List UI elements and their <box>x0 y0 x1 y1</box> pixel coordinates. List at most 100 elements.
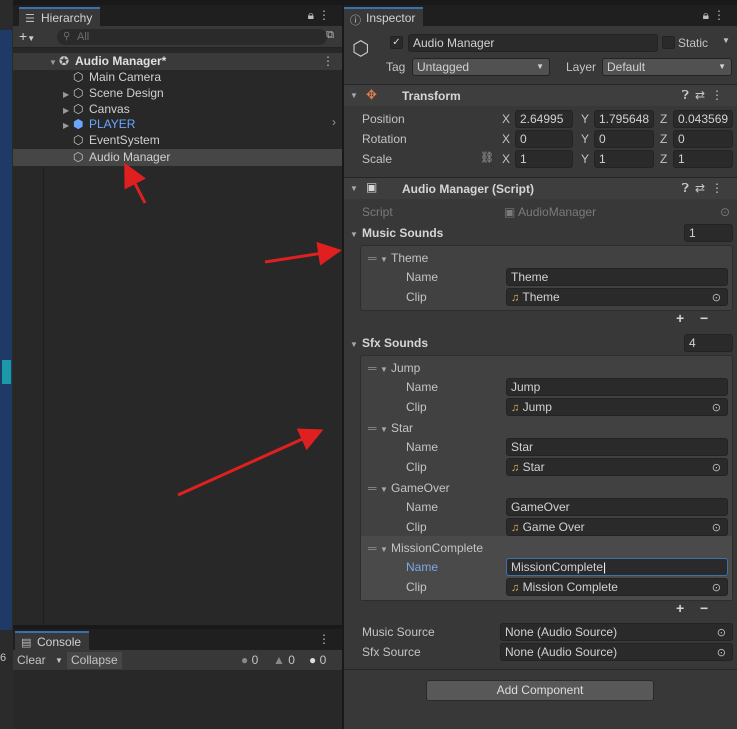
object-picker-icon: ⊙ <box>711 462 721 474</box>
chevron-right-icon[interactable]: › <box>332 115 336 129</box>
sfx-element-star[interactable]: Star <box>391 421 413 435</box>
music-sounds-size[interactable]: 1 <box>684 224 733 242</box>
inspector-tab-bar: ⓘ Inspector 🔒︎⋮ <box>344 5 737 27</box>
scene-visibility-icon[interactable]: ⧉ <box>326 29 334 42</box>
drag-handle-icon[interactable]: ═ <box>368 541 377 555</box>
fold-arrow-icon[interactable]: ▼ <box>380 485 388 494</box>
kebab-menu-icon[interactable]: ⋮ <box>318 8 334 22</box>
fold-arrow-icon[interactable]: ▼ <box>350 230 358 239</box>
gameobject-icon[interactable]: ⬡ <box>352 36 369 61</box>
scale-x-field[interactable]: 1 <box>515 150 573 168</box>
hierarchy-root[interactable]: ▼ ✪ Audio Manager* <box>49 53 166 69</box>
root-kebab-icon[interactable]: ⋮ <box>322 54 334 68</box>
constrain-link-icon[interactable]: ⛓ <box>480 151 494 164</box>
sfx-star-name-field[interactable]: Star <box>506 438 728 456</box>
panel-menu[interactable]: 🔒︎⋮ <box>308 8 334 23</box>
add-component-button[interactable]: Add Component <box>426 680 654 701</box>
sfx-element-gameover[interactable]: GameOver <box>391 481 450 495</box>
hierarchy-item-audio-manager[interactable]: ⬡ Audio Manager <box>63 149 170 165</box>
collapse-button[interactable]: Collapse <box>67 652 122 669</box>
tab-console[interactable]: ▤ Console <box>15 631 90 650</box>
static-checkbox[interactable] <box>662 36 675 49</box>
sfx-gameover-name-field[interactable]: GameOver <box>506 498 728 516</box>
music-source-field[interactable]: None (Audio Source) ⊙ <box>500 623 733 641</box>
hierarchy-item-event-system[interactable]: ⬡ EventSystem <box>63 132 160 148</box>
music-theme-clip-field[interactable]: ♫ Theme ⊙ <box>506 288 728 306</box>
sfx-sounds-size[interactable]: 4 <box>684 334 733 352</box>
position-x-field[interactable]: 2.64995 <box>515 110 573 128</box>
fold-arrow-icon[interactable]: ▼ <box>380 545 388 554</box>
sfx-element-jump[interactable]: Jump <box>391 361 420 375</box>
gameobject-icon: ⬡ <box>73 86 84 100</box>
position-z-field[interactable]: 0.043569 <box>673 110 733 128</box>
hierarchy-item-canvas[interactable]: ▶ ⬡ Canvas <box>63 101 130 117</box>
hierarchy-item-player[interactable]: ▶ ⬢ PLAYER <box>63 116 135 132</box>
error-count[interactable]: ● 0 <box>309 652 326 669</box>
position-y-field[interactable]: 1.795648 <box>594 110 654 128</box>
component-tools[interactable]: ❓︎⇄⋮ <box>682 88 729 103</box>
remove-sfx-element-button[interactable]: − <box>700 600 708 616</box>
sfx-jump-clip-field[interactable]: ♫ Jump ⊙ <box>506 398 728 416</box>
transform-header[interactable]: ▼ ✥ Transform ❓︎⇄⋮ <box>344 84 737 106</box>
script-component-header[interactable]: ▼ ▣ Audio Manager (Script) ❓︎⇄⋮ <box>344 177 737 199</box>
fold-arrow-icon[interactable]: ▼ <box>380 425 388 434</box>
sfx-missioncomplete-clip-field[interactable]: ♫ Mission Complete ⊙ <box>506 578 728 596</box>
music-element-theme[interactable]: Theme <box>391 251 428 265</box>
console-edge-digit: 6 <box>0 652 7 664</box>
clear-button[interactable]: Clear <box>17 652 46 669</box>
add-object-button[interactable]: +▼ <box>19 28 35 44</box>
drag-handle-icon[interactable]: ═ <box>368 481 377 495</box>
component-tools[interactable]: ❓︎⇄⋮ <box>682 181 729 196</box>
object-picker-icon: ⊙ <box>716 647 726 659</box>
drag-handle-icon[interactable]: ═ <box>368 421 377 435</box>
lock-icon[interactable]: 🔒︎ <box>308 8 318 22</box>
sfx-jump-name-field[interactable]: Jump <box>506 378 728 396</box>
scale-y-field[interactable]: 1 <box>594 150 654 168</box>
sfx-missioncomplete-name-field[interactable]: MissionComplete| <box>506 558 728 576</box>
fold-arrow-icon[interactable]: ▼ <box>380 365 388 374</box>
info-icon: ⓘ <box>350 15 361 27</box>
info-icon: ● <box>241 653 249 667</box>
list-icon: ☰ <box>25 13 35 25</box>
rotation-y-field[interactable]: 0 <box>594 130 654 148</box>
warning-count[interactable]: ▲ 0 <box>273 652 295 669</box>
sfx-source-field[interactable]: None (Audio Source) ⊙ <box>500 643 733 661</box>
info-count[interactable]: ● 0 <box>241 652 258 669</box>
scene-object-edge <box>2 360 11 384</box>
tab-hierarchy[interactable]: ☰ Hierarchy <box>19 7 101 26</box>
inspector-menu[interactable]: 🔒︎⋮ <box>703 8 729 23</box>
layer-dropdown[interactable]: Default ▼ <box>602 58 732 76</box>
drag-handle-icon[interactable]: ═ <box>368 361 377 375</box>
hierarchy-search-input[interactable]: ⚲ All <box>57 29 327 45</box>
hierarchy-tab-bar: ☰ Hierarchy 🔒︎⋮ <box>13 5 342 26</box>
remove-music-element-button[interactable]: − <box>700 310 708 326</box>
preset-icon: ⇄ <box>694 181 711 195</box>
console-tab-bar: ▤ Console ⋮ <box>13 629 342 650</box>
active-checkbox[interactable]: ✓ <box>390 36 403 49</box>
rotation-z-field[interactable]: 0 <box>673 130 733 148</box>
clear-dropdown-icon[interactable]: ▼ <box>55 652 63 669</box>
fold-arrow-icon[interactable]: ▼ <box>350 184 358 193</box>
fold-arrow-icon[interactable]: ▼ <box>350 340 358 349</box>
sfx-sounds-label[interactable]: Sfx Sounds <box>362 336 428 350</box>
fold-arrow-icon[interactable]: ▼ <box>380 255 388 264</box>
tab-inspector[interactable]: ⓘ Inspector <box>344 7 424 27</box>
rotation-x-field[interactable]: 0 <box>515 130 573 148</box>
tag-dropdown[interactable]: Untagged ▼ <box>412 58 550 76</box>
fold-arrow-icon[interactable]: ▼ <box>350 91 358 100</box>
music-sounds-label[interactable]: Music Sounds <box>362 226 443 240</box>
object-name-field[interactable]: Audio Manager <box>408 34 658 52</box>
expand-arrow-icon[interactable]: ▼ <box>49 55 59 71</box>
sfx-gameover-clip-field[interactable]: ♫ Game Over ⊙ <box>506 518 728 536</box>
hierarchy-item-scene-design[interactable]: ▶ ⬡ Scene Design <box>63 85 164 101</box>
hierarchy-item-main-camera[interactable]: ⬡ Main Camera <box>63 69 161 85</box>
static-dropdown-icon[interactable]: ▼ <box>722 36 730 45</box>
console-kebab-icon[interactable]: ⋮ <box>318 632 334 646</box>
add-sfx-element-button[interactable]: + <box>676 600 684 616</box>
sfx-star-clip-field[interactable]: ♫ Star ⊙ <box>506 458 728 476</box>
add-music-element-button[interactable]: + <box>676 310 684 326</box>
scale-z-field[interactable]: 1 <box>673 150 733 168</box>
drag-handle-icon[interactable]: ═ <box>368 251 377 265</box>
music-theme-name-field[interactable]: Theme <box>506 268 728 286</box>
sfx-element-missioncomplete[interactable]: MissionComplete <box>391 541 483 555</box>
